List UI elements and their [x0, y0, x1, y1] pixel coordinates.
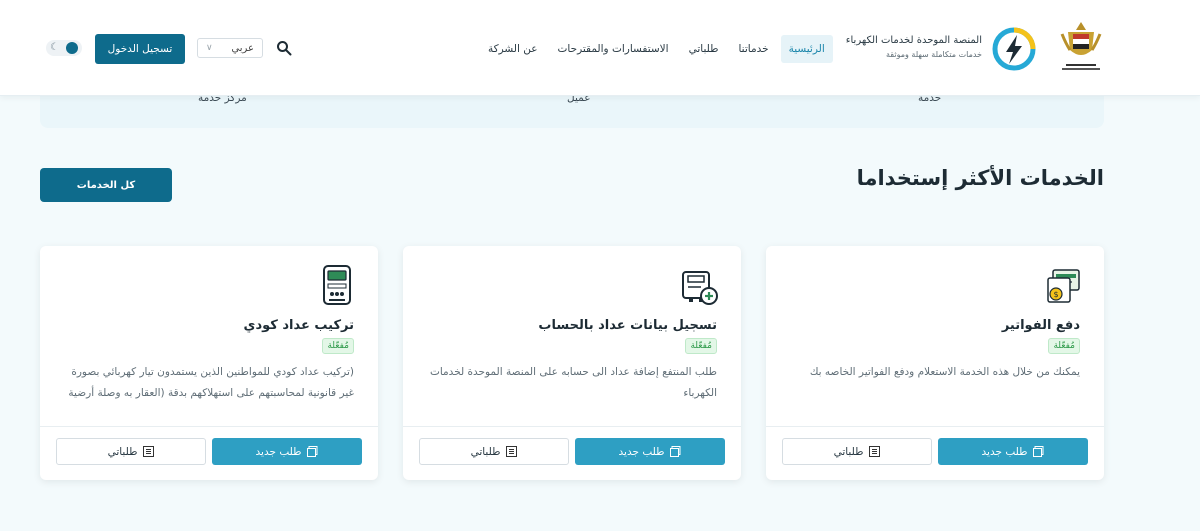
new-request-label: طلب جديد	[255, 445, 302, 458]
new-request-icon	[307, 446, 318, 457]
svg-text:$: $	[1053, 290, 1058, 299]
site-header: المنصة الموحدة لخدمات الكهرباء خدمات متك…	[0, 0, 1200, 96]
bill-payment-icon: $	[1047, 269, 1080, 303]
new-request-button[interactable]: طلب جديد	[575, 438, 725, 465]
card-title: تسجيل بيانات عداد بالحساب	[538, 318, 717, 333]
card-description: يمكنك من خلال هذه الخدمة الاستعلام ودفع …	[809, 366, 1080, 378]
card-title: تركيب عداد كودي	[243, 318, 354, 333]
status-badge: مُفعّلة	[322, 338, 354, 354]
nav-services[interactable]: خدماتنا	[730, 35, 776, 63]
service-card-bill-payment[interactable]: $ دفع الفواتير مُفعّلة يمكنك من خلال هذه…	[766, 246, 1104, 480]
service-card-coded-meter[interactable]: تركيب عداد كودي مُفعّلة (تركيب عداد كودي…	[40, 246, 378, 480]
toggle-knob	[66, 42, 78, 54]
new-request-label: طلب جديد	[981, 445, 1028, 458]
all-services-button[interactable]: كل الخدمات	[40, 168, 172, 202]
my-orders-label: طلباتي	[470, 445, 501, 458]
card-divider	[766, 426, 1104, 427]
new-request-icon	[1033, 446, 1044, 457]
section-title: الخدمات الأكثر إستخداما	[856, 166, 1104, 190]
my-orders-label: طلباتي	[107, 445, 138, 458]
meter-register-icon	[682, 271, 718, 305]
new-request-button[interactable]: طلب جديد	[212, 438, 362, 465]
list-icon	[869, 446, 881, 457]
nav-about[interactable]: عن الشركة	[480, 35, 546, 63]
new-request-button[interactable]: طلب جديد	[938, 438, 1088, 465]
list-icon	[143, 446, 155, 457]
brand-subtitle: خدمات متكاملة سهلة وموثقة	[886, 50, 982, 59]
moon-icon: ☾	[50, 42, 59, 53]
language-select[interactable]: ∨ عربي	[197, 38, 263, 58]
card-description: (تركيب عداد كودي للمواطنين الذين يستمدون…	[68, 366, 354, 399]
main-nav: الرئيسية خدماتنا طلباتي الاستفسارات والم…	[480, 34, 833, 64]
platform-logo[interactable]	[992, 27, 1036, 71]
nav-my-orders[interactable]: طلباتي	[681, 35, 727, 63]
my-orders-button[interactable]: طلباتي	[56, 438, 206, 465]
service-card-meter-registration[interactable]: تسجيل بيانات عداد بالحساب مُفعّلة طلب ال…	[403, 246, 741, 480]
search-icon[interactable]	[276, 40, 292, 56]
card-divider	[40, 426, 378, 427]
new-request-icon	[670, 446, 681, 457]
my-orders-button[interactable]: طلباتي	[419, 438, 569, 465]
card-title: دفع الفواتير	[1001, 318, 1080, 333]
language-value: عربي	[231, 42, 254, 54]
ministry-logo[interactable]	[1056, 20, 1106, 76]
nav-inquiries[interactable]: الاستفسارات والمقترحات	[550, 35, 677, 63]
login-button[interactable]: تسجيل الدخول	[95, 34, 185, 64]
status-badge: مُفعّلة	[1048, 338, 1080, 354]
my-orders-label: طلباتي	[833, 445, 864, 458]
list-icon	[506, 446, 518, 457]
brand-title: المنصة الموحدة لخدمات الكهرباء	[845, 35, 982, 46]
coded-meter-icon	[323, 265, 351, 305]
status-badge: مُفعّلة	[685, 338, 717, 354]
card-divider	[403, 426, 741, 427]
chevron-down-icon: ∨	[206, 43, 213, 53]
new-request-label: طلب جديد	[618, 445, 665, 458]
brand-text: المنصة الموحدة لخدمات الكهرباء خدمات متك…	[846, 35, 982, 59]
my-orders-button[interactable]: طلباتي	[782, 438, 932, 465]
card-description: طلب المنتفع إضافة عداد الى حسابه على الم…	[429, 366, 717, 399]
theme-toggle[interactable]: ☾	[46, 40, 82, 56]
nav-home[interactable]: الرئيسية	[780, 35, 833, 63]
